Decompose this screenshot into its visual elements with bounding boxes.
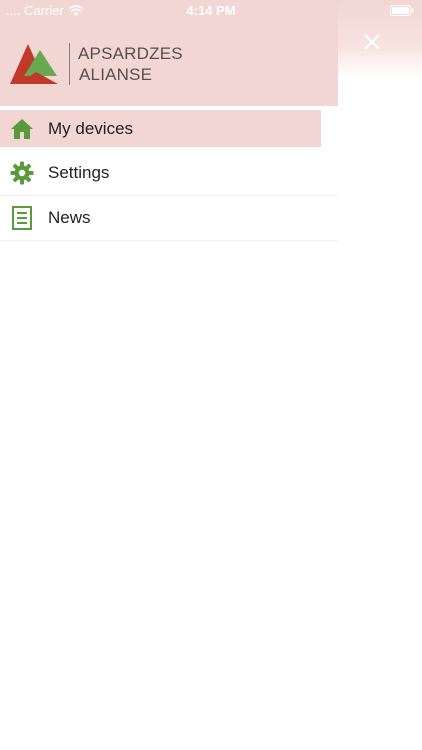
menu-item-label: My devices bbox=[48, 118, 134, 138]
menu-item-settings[interactable]: Settings bbox=[0, 151, 338, 196]
news-icon bbox=[10, 206, 34, 230]
drawer-menu: My devices Settings News bbox=[0, 110, 338, 241]
close-icon bbox=[364, 34, 380, 50]
logo-triangles-icon bbox=[10, 44, 58, 84]
menu-item-label: News bbox=[48, 208, 91, 227]
menu-item-news[interactable]: News bbox=[0, 196, 338, 241]
logo-text: APSARDZES ALIANSE bbox=[78, 43, 183, 85]
background-content[interactable] bbox=[338, 0, 422, 750]
battery-icon bbox=[390, 4, 414, 19]
navigation-drawer: APSARDZES ALIANSE My devices Settings Ne… bbox=[0, 0, 338, 750]
close-drawer-button[interactable] bbox=[362, 32, 382, 52]
status-bar: .... Carrier 4:14 PM bbox=[0, 0, 422, 22]
gear-icon bbox=[10, 161, 34, 185]
brand-logo: APSARDZES ALIANSE bbox=[10, 42, 183, 86]
logo-line-2: ALIANSE bbox=[79, 65, 153, 84]
logo-line-1: APSARDZES bbox=[78, 44, 183, 63]
home-icon bbox=[10, 117, 34, 141]
menu-item-label: Settings bbox=[48, 163, 110, 182]
status-time: 4:14 PM bbox=[186, 3, 236, 18]
logo-divider bbox=[69, 43, 70, 85]
app-screen: APSARDZES ALIANSE My devices Settings Ne… bbox=[0, 0, 422, 750]
menu-item-my-devices[interactable]: My devices bbox=[0, 110, 321, 147]
